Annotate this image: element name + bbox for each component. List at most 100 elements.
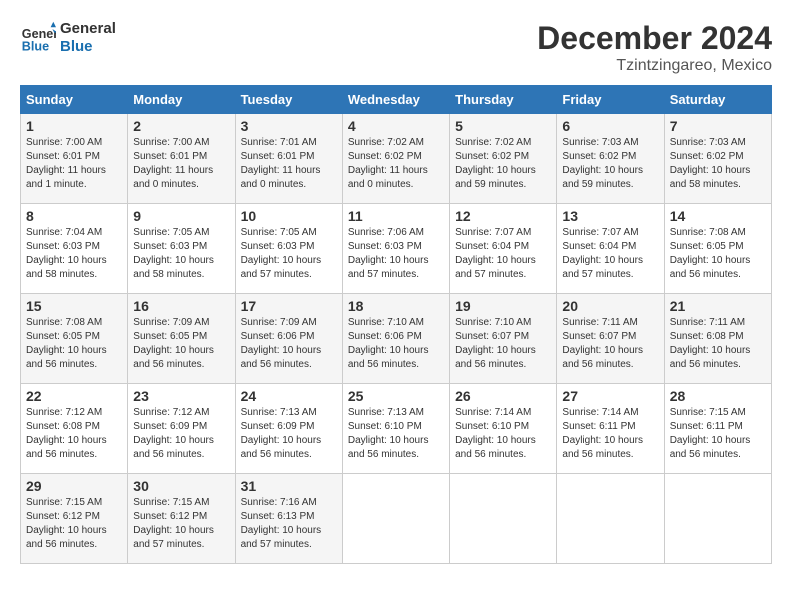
calendar-week-row: 22 Sunrise: 7:12 AM Sunset: 6:08 PM Dayl… bbox=[21, 384, 772, 474]
calendar-cell: 8 Sunrise: 7:04 AM Sunset: 6:03 PM Dayli… bbox=[21, 204, 128, 294]
day-number: 8 bbox=[26, 208, 122, 224]
day-info: Sunrise: 7:08 AM Sunset: 6:05 PM Dayligh… bbox=[26, 316, 122, 372]
calendar-cell: 7 Sunrise: 7:03 AM Sunset: 6:02 PM Dayli… bbox=[664, 114, 771, 204]
calendar-cell: 11 Sunrise: 7:06 AM Sunset: 6:03 PM Dayl… bbox=[342, 204, 449, 294]
day-info: Sunrise: 7:00 AM Sunset: 6:01 PM Dayligh… bbox=[133, 136, 229, 192]
calendar-cell: 29 Sunrise: 7:15 AM Sunset: 6:12 PM Dayl… bbox=[21, 474, 128, 564]
calendar-table: Sunday Monday Tuesday Wednesday Thursday… bbox=[20, 85, 772, 564]
day-info: Sunrise: 7:12 AM Sunset: 6:09 PM Dayligh… bbox=[133, 406, 229, 462]
header-monday: Monday bbox=[128, 86, 235, 114]
day-info: Sunrise: 7:16 AM Sunset: 6:13 PM Dayligh… bbox=[241, 496, 337, 552]
logo-icon: General Blue bbox=[20, 20, 56, 56]
day-info: Sunrise: 7:09 AM Sunset: 6:05 PM Dayligh… bbox=[133, 316, 229, 372]
calendar-cell: 1 Sunrise: 7:00 AM Sunset: 6:01 PM Dayli… bbox=[21, 114, 128, 204]
title-block: December 2024 Tzintzingareo, Mexico bbox=[537, 20, 772, 75]
day-number: 25 bbox=[348, 388, 444, 404]
calendar-cell: 4 Sunrise: 7:02 AM Sunset: 6:02 PM Dayli… bbox=[342, 114, 449, 204]
month-title: December 2024 bbox=[537, 20, 772, 57]
calendar-week-row: 8 Sunrise: 7:04 AM Sunset: 6:03 PM Dayli… bbox=[21, 204, 772, 294]
day-info: Sunrise: 7:05 AM Sunset: 6:03 PM Dayligh… bbox=[133, 226, 229, 282]
calendar-cell: 28 Sunrise: 7:15 AM Sunset: 6:11 PM Dayl… bbox=[664, 384, 771, 474]
location-title: Tzintzingareo, Mexico bbox=[537, 57, 772, 75]
day-info: Sunrise: 7:12 AM Sunset: 6:08 PM Dayligh… bbox=[26, 406, 122, 462]
day-number: 13 bbox=[562, 208, 658, 224]
day-number: 30 bbox=[133, 478, 229, 494]
calendar-cell: 17 Sunrise: 7:09 AM Sunset: 6:06 PM Dayl… bbox=[235, 294, 342, 384]
calendar-cell bbox=[664, 474, 771, 564]
weekday-header-row: Sunday Monday Tuesday Wednesday Thursday… bbox=[21, 86, 772, 114]
day-number: 21 bbox=[670, 298, 766, 314]
calendar-week-row: 15 Sunrise: 7:08 AM Sunset: 6:05 PM Dayl… bbox=[21, 294, 772, 384]
day-number: 26 bbox=[455, 388, 551, 404]
day-number: 5 bbox=[455, 118, 551, 134]
calendar-cell: 3 Sunrise: 7:01 AM Sunset: 6:01 PM Dayli… bbox=[235, 114, 342, 204]
day-info: Sunrise: 7:06 AM Sunset: 6:03 PM Dayligh… bbox=[348, 226, 444, 282]
day-number: 17 bbox=[241, 298, 337, 314]
calendar-cell: 31 Sunrise: 7:16 AM Sunset: 6:13 PM Dayl… bbox=[235, 474, 342, 564]
calendar-week-row: 1 Sunrise: 7:00 AM Sunset: 6:01 PM Dayli… bbox=[21, 114, 772, 204]
calendar-cell: 22 Sunrise: 7:12 AM Sunset: 6:08 PM Dayl… bbox=[21, 384, 128, 474]
day-number: 29 bbox=[26, 478, 122, 494]
calendar-cell: 21 Sunrise: 7:11 AM Sunset: 6:08 PM Dayl… bbox=[664, 294, 771, 384]
day-info: Sunrise: 7:14 AM Sunset: 6:10 PM Dayligh… bbox=[455, 406, 551, 462]
day-number: 24 bbox=[241, 388, 337, 404]
day-number: 31 bbox=[241, 478, 337, 494]
day-info: Sunrise: 7:09 AM Sunset: 6:06 PM Dayligh… bbox=[241, 316, 337, 372]
calendar-cell: 12 Sunrise: 7:07 AM Sunset: 6:04 PM Dayl… bbox=[450, 204, 557, 294]
header-thursday: Thursday bbox=[450, 86, 557, 114]
day-number: 4 bbox=[348, 118, 444, 134]
calendar-cell: 25 Sunrise: 7:13 AM Sunset: 6:10 PM Dayl… bbox=[342, 384, 449, 474]
day-number: 16 bbox=[133, 298, 229, 314]
day-info: Sunrise: 7:14 AM Sunset: 6:11 PM Dayligh… bbox=[562, 406, 658, 462]
day-number: 7 bbox=[670, 118, 766, 134]
day-number: 14 bbox=[670, 208, 766, 224]
header-sunday: Sunday bbox=[21, 86, 128, 114]
day-number: 22 bbox=[26, 388, 122, 404]
day-info: Sunrise: 7:11 AM Sunset: 6:08 PM Dayligh… bbox=[670, 316, 766, 372]
calendar-cell bbox=[557, 474, 664, 564]
day-info: Sunrise: 7:03 AM Sunset: 6:02 PM Dayligh… bbox=[670, 136, 766, 192]
day-number: 2 bbox=[133, 118, 229, 134]
day-info: Sunrise: 7:10 AM Sunset: 6:06 PM Dayligh… bbox=[348, 316, 444, 372]
calendar-cell: 23 Sunrise: 7:12 AM Sunset: 6:09 PM Dayl… bbox=[128, 384, 235, 474]
day-info: Sunrise: 7:05 AM Sunset: 6:03 PM Dayligh… bbox=[241, 226, 337, 282]
day-number: 27 bbox=[562, 388, 658, 404]
calendar-cell bbox=[450, 474, 557, 564]
calendar-cell: 6 Sunrise: 7:03 AM Sunset: 6:02 PM Dayli… bbox=[557, 114, 664, 204]
page-header: General Blue General Blue December 2024 … bbox=[20, 20, 772, 75]
calendar-cell: 10 Sunrise: 7:05 AM Sunset: 6:03 PM Dayl… bbox=[235, 204, 342, 294]
calendar-cell: 24 Sunrise: 7:13 AM Sunset: 6:09 PM Dayl… bbox=[235, 384, 342, 474]
calendar-cell: 15 Sunrise: 7:08 AM Sunset: 6:05 PM Dayl… bbox=[21, 294, 128, 384]
svg-text:Blue: Blue bbox=[22, 40, 49, 54]
day-number: 28 bbox=[670, 388, 766, 404]
day-number: 19 bbox=[455, 298, 551, 314]
day-info: Sunrise: 7:02 AM Sunset: 6:02 PM Dayligh… bbox=[348, 136, 444, 192]
calendar-week-row: 29 Sunrise: 7:15 AM Sunset: 6:12 PM Dayl… bbox=[21, 474, 772, 564]
calendar-cell: 13 Sunrise: 7:07 AM Sunset: 6:04 PM Dayl… bbox=[557, 204, 664, 294]
calendar-cell: 18 Sunrise: 7:10 AM Sunset: 6:06 PM Dayl… bbox=[342, 294, 449, 384]
day-info: Sunrise: 7:15 AM Sunset: 6:12 PM Dayligh… bbox=[133, 496, 229, 552]
day-info: Sunrise: 7:01 AM Sunset: 6:01 PM Dayligh… bbox=[241, 136, 337, 192]
calendar-cell: 2 Sunrise: 7:00 AM Sunset: 6:01 PM Dayli… bbox=[128, 114, 235, 204]
calendar-cell: 27 Sunrise: 7:14 AM Sunset: 6:11 PM Dayl… bbox=[557, 384, 664, 474]
day-info: Sunrise: 7:00 AM Sunset: 6:01 PM Dayligh… bbox=[26, 136, 122, 192]
day-number: 12 bbox=[455, 208, 551, 224]
day-info: Sunrise: 7:07 AM Sunset: 6:04 PM Dayligh… bbox=[455, 226, 551, 282]
day-info: Sunrise: 7:07 AM Sunset: 6:04 PM Dayligh… bbox=[562, 226, 658, 282]
day-number: 1 bbox=[26, 118, 122, 134]
logo-general: General bbox=[60, 20, 116, 38]
header-friday: Friday bbox=[557, 86, 664, 114]
calendar-cell: 14 Sunrise: 7:08 AM Sunset: 6:05 PM Dayl… bbox=[664, 204, 771, 294]
day-info: Sunrise: 7:11 AM Sunset: 6:07 PM Dayligh… bbox=[562, 316, 658, 372]
day-number: 9 bbox=[133, 208, 229, 224]
logo-blue: Blue bbox=[60, 38, 116, 56]
day-info: Sunrise: 7:08 AM Sunset: 6:05 PM Dayligh… bbox=[670, 226, 766, 282]
header-saturday: Saturday bbox=[664, 86, 771, 114]
calendar-cell: 9 Sunrise: 7:05 AM Sunset: 6:03 PM Dayli… bbox=[128, 204, 235, 294]
logo: General Blue General Blue bbox=[20, 20, 116, 56]
calendar-cell: 5 Sunrise: 7:02 AM Sunset: 6:02 PM Dayli… bbox=[450, 114, 557, 204]
day-info: Sunrise: 7:04 AM Sunset: 6:03 PM Dayligh… bbox=[26, 226, 122, 282]
day-number: 23 bbox=[133, 388, 229, 404]
calendar-cell bbox=[342, 474, 449, 564]
header-tuesday: Tuesday bbox=[235, 86, 342, 114]
